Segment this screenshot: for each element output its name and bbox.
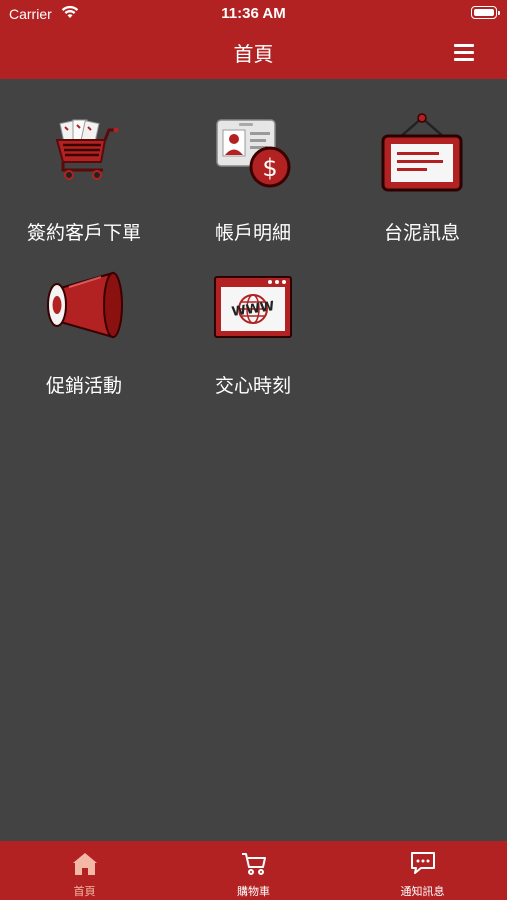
app-screen: Carrier 11:36 AM 首頁 簽約客戶下單 $ 帳戶明細 台泥訊息 促… — [0, 0, 507, 900]
tile-label: 台泥訊息 — [383, 222, 460, 244]
hanging-sign-icon — [379, 110, 465, 196]
tab-bar: 首頁 購物車 通知訊息 — [0, 841, 507, 900]
tile-contract-order[interactable]: 簽約客戶下單 — [0, 92, 168, 244]
tab-cart[interactable]: 購物車 — [169, 841, 338, 900]
page-title: 首頁 — [233, 42, 274, 66]
megaphone-icon — [41, 263, 127, 349]
battery-icon — [471, 6, 500, 19]
status-time: 11:36 AM — [221, 5, 286, 22]
tile-company-news[interactable]: 台泥訊息 — [338, 92, 506, 244]
svg-text:$: $ — [262, 154, 277, 182]
tab-label: 首頁 — [73, 885, 96, 898]
tile-promotions[interactable]: 促銷活動 — [0, 245, 168, 397]
tile-label: 帳戶明細 — [214, 222, 291, 244]
account-card-dollar-icon: $ — [210, 110, 296, 196]
tab-label: 通知訊息 — [400, 885, 445, 898]
status-bar: Carrier 11:36 AM — [0, 0, 507, 28]
nav-header: Carrier 11:36 AM 首頁 — [0, 0, 507, 79]
tile-account-details[interactable]: $ 帳戶明細 — [169, 92, 337, 244]
tab-notifications[interactable]: 通知訊息 — [338, 841, 507, 900]
hamburger-menu-icon[interactable] — [454, 44, 474, 61]
tile-label: 促銷活動 — [45, 375, 122, 397]
www-browser-icon: WWW — [210, 263, 296, 349]
cart-icon — [240, 851, 268, 877]
tab-label: 購物車 — [237, 885, 270, 898]
chat-bubble-icon — [409, 851, 437, 877]
tile-label: 簽約客戶下單 — [26, 222, 141, 244]
shopping-cart-icon — [41, 110, 127, 196]
tab-home[interactable]: 首頁 — [0, 841, 169, 900]
tile-label: 交心時刻 — [214, 375, 291, 397]
tile-heart-moments[interactable]: WWW 交心時刻 — [169, 245, 337, 397]
home-icon — [71, 851, 99, 877]
